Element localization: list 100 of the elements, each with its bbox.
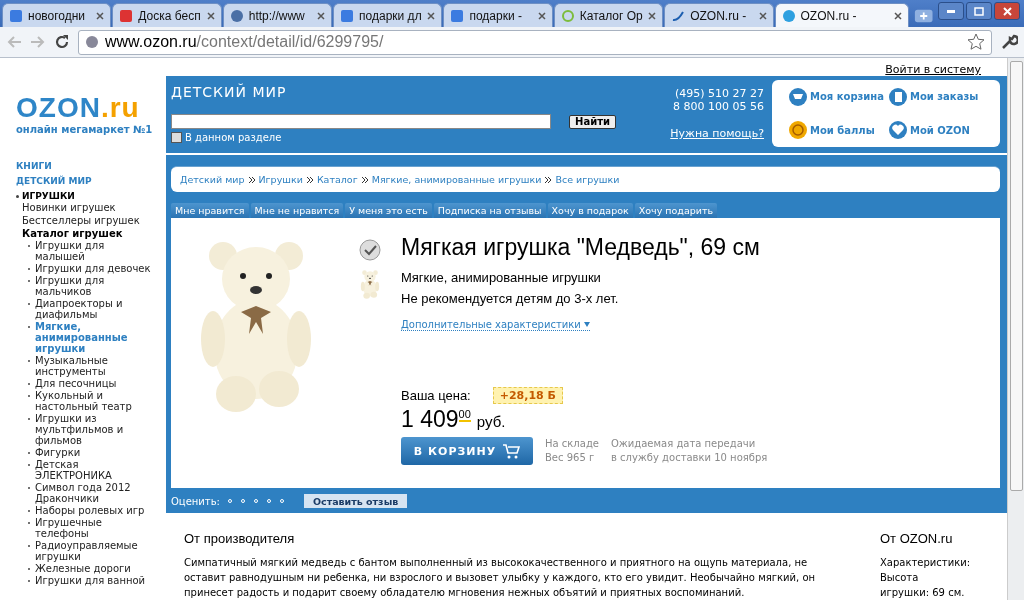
section-title: ДЕТСКИЙ МИР (171, 84, 288, 100)
close-icon[interactable] (893, 11, 902, 20)
category-link[interactable]: ИГРУШКИ (16, 191, 166, 201)
more-link[interactable]: Дополнительные характеристики (401, 319, 590, 331)
action-tab[interactable]: Мне не нравится (250, 203, 344, 218)
maximize-button[interactable] (966, 2, 992, 20)
category-link[interactable]: ДЕТСКИЙ МИР (16, 176, 166, 186)
category-link[interactable]: Каталог игрушек (22, 227, 166, 240)
logo[interactable]: OZON.ru (16, 94, 166, 122)
age-note: Не рекомендуется детям до 3-х лет. (401, 290, 620, 308)
coin-icon (788, 120, 808, 141)
wrench-icon[interactable] (1000, 33, 1018, 51)
login-link[interactable]: Войти в систему (885, 63, 981, 76)
breadcrumb-link[interactable]: Детский мир (180, 174, 245, 185)
product-category: Мягкие, анимированные игрушки (401, 269, 602, 287)
scrollbar[interactable] (1007, 58, 1024, 600)
close-icon[interactable] (427, 11, 436, 20)
browser-tab[interactable]: подарки дл (333, 3, 443, 27)
site-icon (119, 8, 134, 23)
category-link[interactable]: Диапроекторы и диафильмы (35, 298, 155, 320)
close-icon[interactable] (758, 11, 767, 20)
close-icon (1002, 6, 1012, 16)
category-link[interactable]: Кукольный и настольный театр (35, 390, 155, 412)
close-button[interactable] (994, 2, 1020, 20)
scope-checkbox[interactable] (171, 132, 182, 143)
category-link[interactable]: Символ года 2012 Дракончики (35, 482, 155, 504)
star-icon[interactable] (967, 33, 985, 51)
new-tab-icon[interactable] (913, 8, 933, 24)
category-link[interactable]: Игрушки для ванной (35, 575, 155, 586)
browser-tab[interactable]: OZON.ru - (664, 3, 774, 27)
bonus-badge: +28,18 Б (492, 387, 563, 404)
category-link[interactable]: Музыкальные инструменты (35, 355, 155, 377)
category-link[interactable]: Наборы ролевых игр (35, 505, 155, 516)
browser-tab[interactable]: Каталог Ор (553, 3, 664, 27)
category-link[interactable]: Игрушки для малышей (35, 240, 155, 262)
category-link[interactable]: Игрушки из мультфильмов и фильмов (35, 413, 155, 446)
category-link[interactable]: Игрушечные телефоны (35, 517, 155, 539)
maximize-icon (974, 6, 984, 16)
bear-thumbnail (359, 269, 381, 299)
site-icon (450, 8, 465, 23)
section-heading: От производителя (184, 531, 296, 546)
add-to-cart-button[interactable]: В КОРЗИНУ (401, 437, 533, 465)
price: 1 409$^{00}$ руб. (401, 406, 507, 433)
scope-label: В данном разделе (185, 132, 282, 143)
globe-icon (85, 35, 99, 49)
category-link[interactable]: Игрушки для мальчиков (35, 275, 155, 297)
product-title: Мягкая игрушка "Медведь", 69 см (401, 234, 761, 261)
category-link[interactable]: Фигурки (35, 447, 155, 458)
browser-tab[interactable]: подарки - (443, 3, 553, 27)
browser-tab[interactable]: Доска бесп (112, 3, 222, 27)
category-link[interactable]: Новинки игрушек (22, 201, 166, 214)
category-link[interactable]: Железные дороги (35, 563, 155, 574)
breadcrumb-link[interactable]: Каталог (316, 174, 358, 185)
minimize-button[interactable] (938, 2, 964, 20)
browser-tab[interactable]: новогодни (2, 3, 112, 27)
category-link[interactable]: Детская ЭЛЕКТРОНИКА (35, 459, 155, 481)
chevron-icon (306, 176, 313, 183)
help-link[interactable]: Нужна помощь? (670, 127, 764, 140)
category-link[interactable]: Бестселлеры игрушек (22, 214, 166, 227)
phone-number: 8 800 100 05 56 (672, 100, 764, 113)
account-link[interactable]: Мои баллы (788, 120, 888, 141)
action-tab[interactable]: Хочу подарить (634, 203, 718, 218)
document-icon (888, 86, 908, 107)
close-icon[interactable] (537, 11, 546, 20)
search-field[interactable] (171, 114, 552, 129)
globe-icon (229, 8, 244, 23)
account-link[interactable]: Моя корзина (788, 86, 888, 107)
search-button[interactable]: Найти (569, 114, 616, 129)
close-icon[interactable] (648, 11, 657, 20)
breadcrumb-link[interactable]: Мягкие, анимированные игрушки (371, 174, 542, 185)
close-icon[interactable] (206, 11, 215, 20)
category-label: ИГРУШКИ (22, 191, 75, 201)
category-link[interactable]: Игрушки для девочек (35, 263, 155, 274)
reload-icon[interactable] (54, 34, 70, 50)
category-link[interactable]: КНИГИ (16, 161, 166, 171)
close-icon[interactable] (317, 11, 326, 20)
chevron-icon (248, 176, 255, 183)
breadcrumb-link[interactable]: Все игрушки (555, 174, 620, 185)
browser-tab[interactable]: OZON.ru - (774, 3, 909, 27)
category-link[interactable]: Мягкие, анимированные игрушки (35, 321, 155, 354)
review-button[interactable]: Оставить отзыв (303, 494, 408, 508)
account-link[interactable]: Мой OZON (888, 120, 988, 141)
cart-icon (788, 86, 808, 107)
action-tab[interactable]: Хочу в подарок (547, 203, 633, 218)
site-icon (340, 8, 355, 23)
address-bar[interactable]: www.ozon.ru/context/detail/id/6299795/ (78, 29, 992, 55)
category-link[interactable]: Радиоуправляемые игрушки (35, 540, 155, 562)
chevron-icon (361, 176, 368, 183)
action-tab[interactable]: У меня это есть (345, 203, 432, 218)
breadcrumb-link[interactable]: Игрушки (258, 174, 303, 185)
account-link[interactable]: Мои заказы (888, 86, 988, 107)
stock-info: На складе Вес 965 г (545, 437, 599, 465)
section-heading: От OZON.ru (880, 531, 954, 546)
description-text: Симпатичный мягкий медведь с бантом выполненный из высококачественного и приятного на ощупь материала, не оставит равнодушным ни ребенка, ни взрослого и вызовет улыбку у каждого, кто его увидит. Необычайно мягкий, он принесет радость и подарит своему обладателю мгновения нежных объятий и приятных воспоминаний. (184, 556, 817, 600)
action-tab[interactable]: Мне нравится (171, 203, 249, 218)
action-tab[interactable]: Подписка на отзывы (433, 203, 546, 218)
browser-tab[interactable]: http://www (222, 3, 333, 27)
close-icon[interactable] (96, 11, 105, 20)
category-link[interactable]: Для песочницы (35, 378, 155, 389)
spec-text: Характеристики: (880, 556, 971, 570)
